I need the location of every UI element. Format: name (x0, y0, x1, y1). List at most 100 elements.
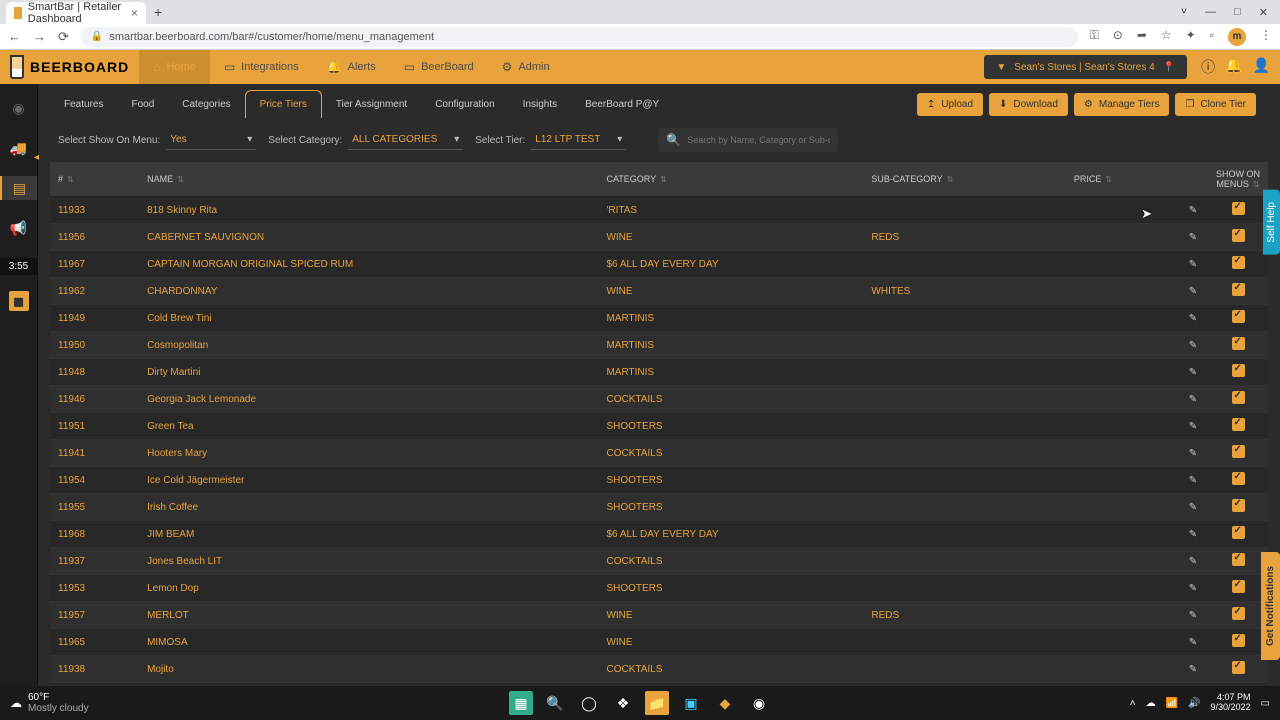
tray-notif-icon[interactable]: ▭ (1261, 698, 1270, 709)
nav-alerts[interactable]: 🔔Alerts (313, 50, 390, 84)
nav-integrations[interactable]: ▭Integrations (210, 50, 313, 84)
col-header[interactable]: SHOW ON MENUS⇅ (1208, 162, 1268, 197)
extensions-icon[interactable]: ✦ (1186, 28, 1196, 46)
back-icon[interactable]: ← (8, 29, 21, 44)
edit-button[interactable]: ✎ (1178, 251, 1208, 278)
edit-button[interactable]: ✎ (1178, 278, 1208, 305)
store-filter[interactable]: ▼ Sean's Stores | Sean's Stores 4 📍 (984, 55, 1187, 79)
show-on-menu-checkbox[interactable] (1232, 607, 1245, 620)
task-cortana-icon[interactable]: ◯ (577, 691, 601, 715)
show-on-menu-checkbox[interactable] (1232, 553, 1245, 566)
tab-configuration[interactable]: Configuration (421, 91, 508, 118)
task-folder-icon[interactable]: 📁 (645, 691, 669, 715)
show-on-menu-checkbox[interactable] (1232, 229, 1245, 242)
rail-collapse-icon[interactable]: ◂ (34, 152, 39, 163)
forward-icon[interactable]: → (33, 29, 46, 44)
tab-food[interactable]: Food (117, 91, 168, 118)
edit-button[interactable]: ✎ (1178, 386, 1208, 413)
category-dropdown[interactable]: ALL CATEGORIES (348, 130, 463, 150)
show-on-menu-checkbox[interactable] (1232, 580, 1245, 593)
task-app-2-icon[interactable]: ❖ (611, 691, 635, 715)
chevron-down-icon[interactable]: ˅ (1181, 6, 1187, 19)
show-on-menu-checkbox[interactable] (1232, 418, 1245, 431)
edit-button[interactable]: ✎ (1178, 629, 1208, 656)
edit-button[interactable]: ✎ (1178, 332, 1208, 359)
clone-tier-button[interactable]: ❐Clone Tier (1175, 93, 1256, 116)
edit-button[interactable]: ✎ (1178, 413, 1208, 440)
info-icon[interactable]: ⓘ (1201, 57, 1215, 77)
edit-button[interactable]: ✎ (1178, 197, 1208, 224)
show-on-menu-checkbox[interactable] (1232, 634, 1245, 647)
edit-button[interactable]: ✎ (1178, 440, 1208, 467)
show-on-menu-checkbox[interactable] (1232, 472, 1245, 485)
show-on-menu-checkbox[interactable] (1232, 391, 1245, 404)
edit-button[interactable]: ✎ (1178, 656, 1208, 683)
task-app-1-icon[interactable]: ▦ (509, 691, 533, 715)
bell-icon[interactable]: 🔔 (1225, 57, 1242, 77)
col-header[interactable] (1178, 162, 1208, 197)
star-icon[interactable]: ☆ (1161, 28, 1172, 46)
tray-chevron-icon[interactable]: ˄ (1130, 698, 1136, 709)
reload-icon[interactable]: ⟳ (58, 29, 69, 45)
profile-avatar[interactable]: m (1228, 28, 1246, 46)
upload-button[interactable]: ↥Upload (917, 93, 983, 116)
download-button[interactable]: ⬇Download (989, 93, 1068, 116)
get-notifications-tab[interactable]: Get Notifications (1261, 552, 1280, 660)
show-on-menu-checkbox[interactable] (1232, 499, 1245, 512)
rail-menu-icon[interactable]: ▤ (0, 176, 37, 200)
minimize-icon[interactable]: — (1205, 6, 1216, 19)
edit-button[interactable]: ✎ (1178, 521, 1208, 548)
tab-features[interactable]: Features (50, 91, 117, 118)
self-help-tab[interactable]: Self Help (1263, 190, 1280, 255)
col-header[interactable]: CATEGORY⇅ (598, 162, 863, 197)
col-header[interactable]: SUB-CATEGORY⇅ (863, 162, 1065, 197)
col-header[interactable]: #⇅ (50, 162, 139, 197)
tab-categories[interactable]: Categories (168, 91, 244, 118)
user-icon[interactable]: 👤 (1253, 57, 1270, 77)
rail-truck-icon[interactable]: 🚚 (0, 136, 37, 160)
search-box[interactable]: 🔍 (658, 128, 838, 152)
browser-tab[interactable]: SmartBar | Retailer Dashboard × (6, 2, 146, 24)
url-input[interactable]: 🔒 smartbar.beerboard.com/bar#/customer/h… (81, 27, 1078, 47)
nav-admin[interactable]: ⚙Admin (488, 50, 564, 84)
show-on-menu-checkbox[interactable] (1232, 256, 1245, 269)
edit-button[interactable]: ✎ (1178, 548, 1208, 575)
show-on-menu-checkbox[interactable] (1232, 337, 1245, 350)
rail-megaphone-icon[interactable]: 📢 (0, 216, 37, 240)
close-tab-icon[interactable]: × (131, 6, 138, 20)
nav-home[interactable]: ⌂Home (139, 50, 210, 84)
edit-button[interactable]: ✎ (1178, 224, 1208, 251)
tray-cloud-icon[interactable]: ☁ (1146, 698, 1156, 709)
share-icon[interactable]: ➦ (1137, 28, 1147, 46)
task-app-4-icon[interactable]: ◆ (713, 691, 737, 715)
menu-icon[interactable]: ⋮ (1260, 28, 1272, 46)
edit-button[interactable]: ✎ (1178, 602, 1208, 629)
close-window-icon[interactable]: ✕ (1259, 6, 1268, 19)
search-input[interactable] (687, 135, 830, 145)
task-search-icon[interactable]: 🔍 (543, 691, 567, 715)
nav-beerboard[interactable]: ▭BeerBoard (390, 50, 488, 84)
key-icon[interactable]: ⚿ (1090, 28, 1099, 46)
tray-wifi-icon[interactable]: 📶 (1166, 698, 1178, 709)
panel-icon[interactable]: ▫ (1210, 28, 1214, 46)
new-tab-button[interactable]: + (146, 4, 170, 20)
show-on-menu-checkbox[interactable] (1232, 202, 1245, 215)
manage-tiers-button[interactable]: ⚙Manage Tiers (1074, 93, 1170, 116)
edit-button[interactable]: ✎ (1178, 467, 1208, 494)
task-app-3-icon[interactable]: ▣ (679, 691, 703, 715)
edit-button[interactable]: ✎ (1178, 494, 1208, 521)
lens-icon[interactable]: ⊙ (1113, 28, 1123, 46)
tab-beerboard-p@y[interactable]: BeerBoard P@Y (571, 91, 673, 118)
maximize-icon[interactable]: □ (1234, 6, 1241, 19)
show-on-menu-checkbox[interactable] (1232, 526, 1245, 539)
rail-dashboard-icon[interactable]: ◉ (0, 96, 37, 120)
tab-price-tiers[interactable]: Price Tiers (245, 90, 322, 118)
show-menu-dropdown[interactable]: Yes (166, 130, 256, 150)
edit-button[interactable]: ✎ (1178, 305, 1208, 332)
tab-tier-assignment[interactable]: Tier Assignment (322, 91, 421, 118)
edit-button[interactable]: ✎ (1178, 359, 1208, 386)
col-header[interactable]: NAME⇅ (139, 162, 598, 197)
show-on-menu-checkbox[interactable] (1232, 661, 1245, 674)
show-on-menu-checkbox[interactable] (1232, 445, 1245, 458)
col-header[interactable]: PRICE⇅ (1066, 162, 1178, 197)
